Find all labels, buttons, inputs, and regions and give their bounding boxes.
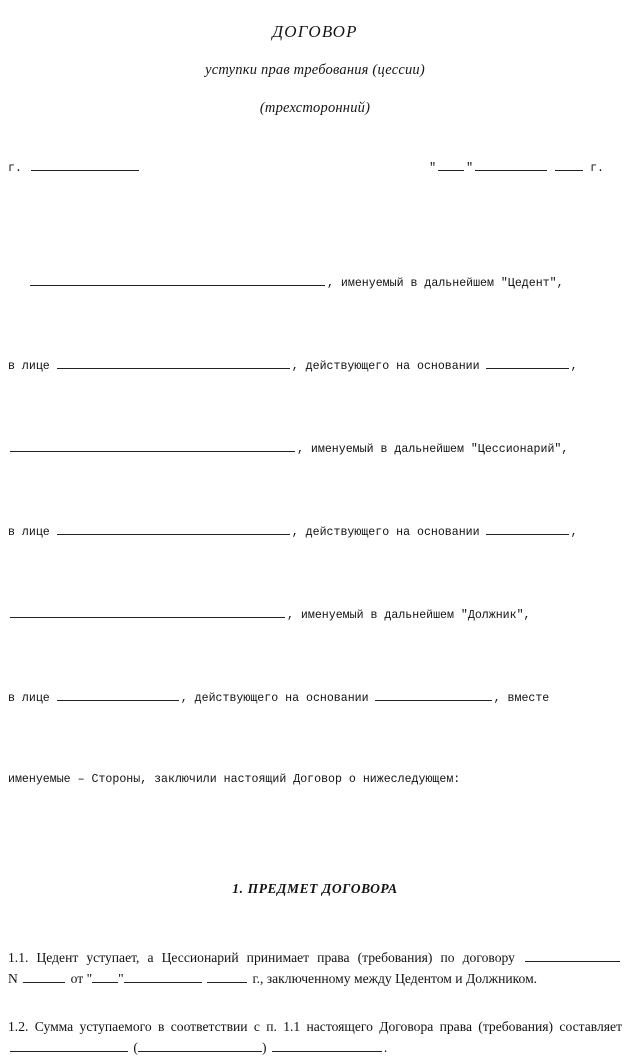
clause-1-1-text: Цедент уступает, а Цессионарий принимает… — [36, 949, 515, 965]
clause-1-2-paren-close: ) — [261, 1039, 267, 1055]
clause-1-2-amount-figures-blank[interactable] — [10, 1040, 128, 1052]
cessionary-rep-prefix-label: в лице — [8, 526, 50, 540]
party-line-cessionary-name: , именуемый в дальнейшем "Цессионарий", — [8, 440, 622, 458]
clause-1-1-ot-label: от — [70, 970, 84, 986]
clause-1-1-text-tail: г., заключенному между Цедентом и — [252, 970, 463, 986]
clause-1-1-contract-number-blank[interactable] — [23, 971, 66, 983]
cedent-basis-blank-field[interactable] — [485, 357, 569, 370]
month-blank-field[interactable] — [475, 159, 548, 171]
clause-1-1-number-group: N — [8, 971, 67, 986]
cedent-rep-prefix-label: в лице — [8, 360, 50, 374]
debtor-basis-label: , действующего на основании — [180, 692, 369, 706]
place-and-date-row: г. " " г. — [0, 159, 630, 177]
cessionary-basis-label: , действующего на основании — [291, 526, 480, 540]
clause-1-1-number: 1.1. — [8, 949, 29, 965]
clause-1-1-n-label: N — [8, 970, 18, 986]
clause-1-1-month-blank[interactable] — [123, 971, 202, 983]
clause-1-2-period: . — [383, 1039, 388, 1055]
clause-1-2-amount-words-blank[interactable] — [137, 1040, 262, 1052]
city-blank-field[interactable] — [30, 159, 139, 171]
cessionary-basis-blank-field[interactable] — [485, 523, 569, 536]
year-suffix-label: г. — [590, 162, 604, 175]
party-line-debtor-representative: в лице , действующего на основании , вмест… — [8, 689, 622, 707]
party-line-debtor-name: , именуемый в дальнейшем "Должник", — [8, 606, 622, 624]
day-blank-field[interactable] — [438, 159, 465, 171]
clause-1-2-amount-words-group: () — [133, 1040, 266, 1055]
party-line-cedent-name: , именуемый в дальнейшем "Цедент", — [8, 274, 622, 292]
date-quote-open: " — [429, 162, 437, 175]
document-subtitle: уступки прав требования (цессии) — [205, 62, 425, 78]
section-1-heading: 1. ПРЕДМЕТ ДОГОВОРА — [232, 880, 398, 896]
clause-1-2-text-b: составляет — [559, 1018, 623, 1034]
parties-block: , именуемый в дальнейшем "Цедент", в лиц… — [0, 209, 630, 837]
clause-1-1: 1.1. Цедент уступает, а Цессионарий прин… — [0, 947, 630, 989]
year-blank-field[interactable] — [555, 159, 584, 171]
clause-1-1-contract-name-blank[interactable] — [525, 950, 620, 962]
title-block: ДОГОВОР уступки прав требования (цессии)… — [0, 0, 630, 117]
cessionary-name-tail-label: , именуемый в дальнейшем "Цессионарий", — [297, 443, 569, 457]
cedent-rep-tail-label: , — [570, 360, 578, 374]
clause-1-1-year-blank[interactable] — [207, 971, 248, 983]
document-title: ДОГОВОР — [272, 22, 358, 41]
clause-1-1-text-end: Должником. — [466, 970, 538, 986]
party-line-cessionary-representative: в лице , действующего на основании, — [8, 523, 622, 541]
city-prefix-label: г. — [8, 162, 22, 175]
debtor-basis-blank-field[interactable] — [374, 689, 492, 702]
date-group: " " г. — [429, 159, 622, 177]
document-subtitle-secondary: (трехсторонний) — [259, 100, 371, 116]
clause-1-2-text: Сумма уступаемого в соответствии с п. 1.… — [34, 1018, 554, 1034]
cedent-name-blank-field[interactable] — [30, 274, 325, 287]
party-line-closing: именуемые – Стороны, заключили настоящий… — [8, 773, 461, 787]
clause-1-2-number: 1.2. — [8, 1018, 29, 1034]
party-line-cedent-representative: в лице , действующего на основании, — [8, 357, 622, 375]
cessionary-rep-blank-field[interactable] — [56, 523, 290, 536]
cedent-name-tail-label: , именуемый в дальнейшем "Цедент", — [327, 277, 564, 291]
date-quote-close: " — [466, 162, 474, 175]
debtor-rep-tail-label: , вместе — [493, 692, 550, 706]
cedent-rep-blank-field[interactable] — [56, 357, 290, 370]
clause-1-1-day-blank[interactable] — [92, 971, 119, 983]
place-group: г. — [8, 159, 141, 177]
cessionary-name-blank-field[interactable] — [10, 440, 295, 453]
debtor-name-blank-field[interactable] — [10, 606, 285, 619]
debtor-rep-prefix-label: в лице — [8, 692, 50, 706]
cessionary-rep-tail-label: , — [570, 526, 578, 540]
clause-1-1-date-group: от " " — [71, 971, 250, 986]
debtor-rep-blank-field[interactable] — [56, 689, 179, 702]
debtor-name-tail-label: , именуемый в дальнейшем "Должник", — [287, 609, 531, 623]
clause-1-2-currency-blank[interactable] — [271, 1040, 382, 1052]
document-page: ДОГОВОР уступки прав требования (цессии)… — [0, 0, 630, 1055]
clause-1-2: 1.2. Сумма уступаемого в соответствии с … — [0, 1016, 630, 1058]
cedent-basis-label: , действующего на основании — [291, 360, 480, 374]
